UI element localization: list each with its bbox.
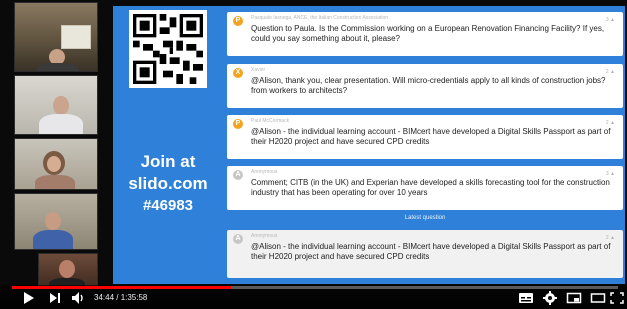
subtitles-icon bbox=[519, 293, 533, 303]
progress-played bbox=[12, 286, 232, 289]
question-author: Xavier bbox=[251, 67, 266, 73]
miniplayer-icon bbox=[566, 292, 582, 304]
question-text: @Alison - the individual learning accoun… bbox=[251, 127, 611, 146]
miniplayer-button[interactable] bbox=[566, 290, 582, 309]
theater-icon bbox=[590, 293, 606, 303]
qr-code bbox=[129, 10, 207, 88]
next-button[interactable] bbox=[48, 290, 62, 309]
question-list: P Pasquale Iasnega, ANCE, the Italian Co… bbox=[227, 6, 623, 284]
settings-icon bbox=[543, 291, 557, 305]
next-icon bbox=[50, 293, 60, 303]
progress-bar[interactable] bbox=[12, 286, 618, 289]
event-code: #46983 bbox=[142, 197, 194, 214]
join-at-label: Join at bbox=[140, 152, 196, 171]
play-button[interactable] bbox=[22, 290, 36, 309]
question-card: X Xavier 2 ▲ @Alison, thank you, clear p… bbox=[227, 64, 623, 108]
slido-panel: Join at slido.com #46983 P Pasquale Iasn… bbox=[113, 6, 625, 284]
question-author: Anonymous bbox=[251, 169, 278, 175]
question-text: Question to Paula. Is the Commission wor… bbox=[251, 24, 605, 43]
participant-video-1 bbox=[14, 2, 98, 72]
avatar: P bbox=[233, 16, 243, 26]
question-text: Comment; CITB (in the UK) and Experian h… bbox=[251, 178, 610, 197]
time-display: 34:44 / 1:35:58 bbox=[94, 293, 148, 302]
participant-video-3 bbox=[14, 138, 98, 190]
like-count: 3 ▲ bbox=[605, 17, 615, 23]
question-author: Paul McCormack bbox=[251, 118, 290, 124]
video-frame[interactable]: Join at slido.com #46983 P Pasquale Iasn… bbox=[0, 0, 627, 309]
theater-mode-button[interactable] bbox=[590, 290, 606, 309]
participant-strip bbox=[14, 0, 114, 290]
like-count: 2 ▲ bbox=[605, 69, 615, 75]
like-count: 3 ▲ bbox=[605, 171, 615, 177]
avatar: A bbox=[233, 170, 243, 180]
latest-question-card: A Anonymous 2 ▲ @Alison - the individual… bbox=[227, 230, 623, 278]
question-author: Anonymous bbox=[251, 233, 278, 239]
question-card: A Anonymous 3 ▲ Comment; CITB (in the UK… bbox=[227, 166, 623, 210]
participant-video-2 bbox=[14, 75, 98, 135]
latest-question-label: Latest question bbox=[404, 215, 446, 221]
question-author: Pasquale Iasnega, ANCE, the Italian Cons… bbox=[251, 15, 389, 21]
volume-icon bbox=[72, 292, 83, 304]
avatar: P bbox=[233, 119, 243, 129]
like-count: 2 ▲ bbox=[605, 120, 615, 126]
question-card: P Paul McCormack 2 ▲ @Alison - the indiv… bbox=[227, 115, 623, 159]
subtitles-button[interactable] bbox=[518, 290, 534, 309]
question-text: @Alison - the individual learning accoun… bbox=[251, 242, 611, 261]
play-icon bbox=[24, 292, 34, 304]
volume-button[interactable] bbox=[70, 290, 86, 309]
like-count: 2 ▲ bbox=[605, 235, 615, 241]
qr-code-icon bbox=[133, 14, 203, 84]
avatar: A bbox=[233, 234, 243, 244]
fullscreen-icon bbox=[610, 292, 624, 304]
fullscreen-button[interactable] bbox=[610, 290, 624, 309]
slido-url: slido.com bbox=[128, 174, 208, 193]
participant-video-4 bbox=[14, 193, 98, 250]
avatar: X bbox=[233, 68, 243, 78]
question-text: @Alison, thank you, clear presentation. … bbox=[251, 76, 606, 95]
participant-video-5 bbox=[38, 253, 98, 289]
settings-button[interactable] bbox=[542, 290, 558, 309]
question-card: P Pasquale Iasnega, ANCE, the Italian Co… bbox=[227, 12, 623, 56]
